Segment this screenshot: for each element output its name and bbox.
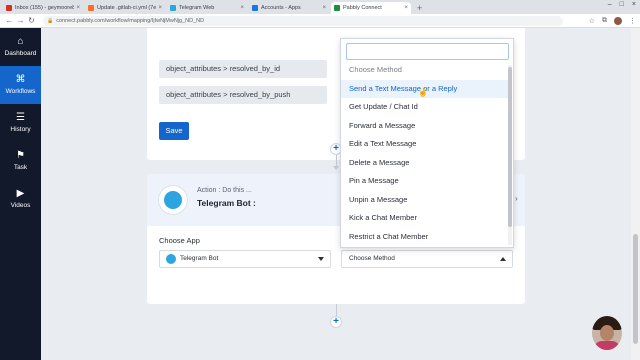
arrow-down-icon bbox=[333, 166, 339, 170]
home-icon: ⌂ bbox=[17, 36, 24, 47]
window-controls: – □ × bbox=[608, 1, 636, 8]
task-icon: ⚑ bbox=[16, 150, 25, 161]
save-button[interactable]: Save bbox=[159, 122, 189, 140]
chevron-up-icon bbox=[500, 257, 506, 261]
method-select-value: Choose Method bbox=[349, 255, 395, 262]
menu-icon[interactable]: ⋮ bbox=[629, 17, 636, 25]
maximize-icon[interactable]: □ bbox=[620, 1, 624, 8]
play-icon: ▶ bbox=[16, 188, 25, 199]
sidebar-item-dashboard[interactable]: ⌂ Dashboard bbox=[0, 28, 41, 66]
browser-tab-active[interactable]: Pabbly Connect × bbox=[331, 2, 411, 14]
action-app-title: Telegram Bot : bbox=[197, 198, 256, 208]
browser-tab-label: Inbox (155) - geymoore877@g bbox=[15, 5, 75, 11]
lock-icon: 🔒 bbox=[47, 17, 54, 24]
list-icon: ☰ bbox=[16, 112, 25, 123]
method-select[interactable]: Choose Method bbox=[341, 250, 513, 268]
telegram-logo-icon bbox=[159, 186, 187, 214]
collapse-icon[interactable]: › bbox=[515, 194, 518, 203]
add-step-icon[interactable]: + bbox=[330, 316, 342, 328]
chevron-down-icon bbox=[318, 257, 324, 261]
back-icon[interactable]: ← bbox=[4, 16, 15, 25]
method-option[interactable]: Restrict a Chat Member bbox=[341, 228, 509, 247]
browser-tab-label: Accounts - Apps bbox=[261, 5, 301, 11]
url-text: connect.pabbly.com/workflow/mapping/IjIw… bbox=[56, 17, 205, 24]
reload-icon[interactable]: ↻ bbox=[26, 16, 37, 25]
browser-tab-label: Telegram Web bbox=[179, 5, 215, 11]
app-root: Inbox (155) - geymoore877@g × Update .gi… bbox=[0, 0, 640, 360]
presenter-webcam bbox=[592, 316, 622, 350]
mouse-cursor-icon: ☝ bbox=[418, 88, 428, 97]
action-label: Action : Do this ... bbox=[197, 187, 252, 194]
method-option[interactable]: Unpin a Message bbox=[341, 191, 509, 210]
sidebar-item-workflows[interactable]: ⌘ Workflows bbox=[0, 66, 41, 104]
sidebar-item-label: Videos bbox=[10, 202, 31, 209]
accounts-favicon-icon bbox=[252, 5, 258, 11]
browser-tab[interactable]: Telegram Web × bbox=[167, 2, 247, 14]
close-icon[interactable]: × bbox=[404, 5, 408, 11]
browser-tab-label: Pabbly Connect bbox=[343, 5, 382, 11]
profile-avatar[interactable] bbox=[614, 16, 622, 25]
browser-tab[interactable]: Inbox (155) - geymoore877@g × bbox=[3, 2, 83, 14]
browser-toolbar: ← → ↻ 🔒 connect.pabbly.com/workflow/mapp… bbox=[0, 14, 640, 28]
sidebar-item-label: Task bbox=[13, 164, 28, 171]
star-icon[interactable]: ☆ bbox=[589, 17, 595, 25]
sidebar-item-label: Workflows bbox=[5, 88, 36, 95]
forward-icon[interactable]: → bbox=[15, 16, 26, 25]
sidebar-item-label: History bbox=[10, 126, 31, 133]
close-icon[interactable]: × bbox=[158, 5, 162, 11]
browser-tab-bar: Inbox (155) - geymoore877@g × Update .gi… bbox=[0, 0, 640, 14]
choose-app-label: Choose App bbox=[159, 236, 200, 245]
extensions-icon[interactable]: ⧉ bbox=[602, 17, 607, 25]
method-option[interactable]: Delete a Message bbox=[341, 154, 509, 173]
sidebar-item-task[interactable]: ⚑ Task bbox=[0, 142, 41, 180]
browser-tab-label: Update .gitlab-ci.yml (7e7e1e8c bbox=[97, 5, 157, 11]
sidebar-item-history[interactable]: ☰ History bbox=[0, 104, 41, 142]
close-icon[interactable]: × bbox=[240, 5, 244, 11]
minimize-icon[interactable]: – bbox=[608, 1, 612, 8]
connector-line bbox=[336, 304, 337, 316]
toolbar-actions: ☆ ⧉ ⋮ bbox=[589, 16, 636, 25]
pabbly-favicon-icon bbox=[334, 5, 340, 11]
sidebar-item-videos[interactable]: ▶ Videos bbox=[0, 180, 41, 218]
address-bar[interactable]: 🔒 connect.pabbly.com/workflow/mapping/Ij… bbox=[43, 15, 563, 26]
method-option[interactable]: Edit a Text Message bbox=[341, 135, 509, 154]
browser-tab[interactable]: Accounts - Apps × bbox=[249, 2, 329, 14]
method-option[interactable]: Get Update / Chat Id bbox=[341, 98, 509, 117]
close-icon[interactable]: × bbox=[322, 5, 326, 11]
app-select-value: Telegram Bot bbox=[180, 255, 219, 262]
page-scrollbar-thumb[interactable] bbox=[633, 234, 638, 344]
mapped-field: object_attributes > resolved_by_push bbox=[159, 86, 327, 104]
sidebar: ⌂ Dashboard ⌘ Workflows ☰ History ⚑ Task… bbox=[0, 28, 41, 360]
close-icon[interactable]: × bbox=[76, 5, 80, 11]
telegram-icon bbox=[166, 254, 176, 264]
app-select[interactable]: Telegram Bot bbox=[159, 250, 331, 268]
gmail-favicon-icon bbox=[6, 5, 12, 11]
browser-tab[interactable]: Update .gitlab-ci.yml (7e7e1e8c × bbox=[85, 2, 165, 14]
method-dropdown: Choose Method Send a Text Message or a R… bbox=[340, 38, 514, 248]
method-search-input[interactable] bbox=[346, 43, 509, 60]
method-option[interactable]: Pin a Message bbox=[341, 172, 509, 191]
method-option[interactable]: Kick a Chat Member bbox=[341, 209, 509, 228]
dropdown-scrollbar-thumb[interactable] bbox=[508, 67, 512, 227]
gitlab-favicon-icon bbox=[88, 5, 94, 11]
sidebar-item-label: Dashboard bbox=[4, 50, 37, 57]
workflow-canvas: object_attributes > resolved_by_id objec… bbox=[41, 28, 631, 360]
close-window-icon[interactable]: × bbox=[632, 1, 636, 8]
workflow-icon: ⌘ bbox=[15, 74, 26, 85]
telegram-favicon-icon bbox=[170, 5, 176, 11]
mapped-field: object_attributes > resolved_by_id bbox=[159, 60, 327, 78]
new-tab-button[interactable]: + bbox=[417, 2, 422, 14]
method-option-placeholder[interactable]: Choose Method bbox=[341, 61, 509, 80]
method-option[interactable]: Forward a Message bbox=[341, 117, 509, 136]
